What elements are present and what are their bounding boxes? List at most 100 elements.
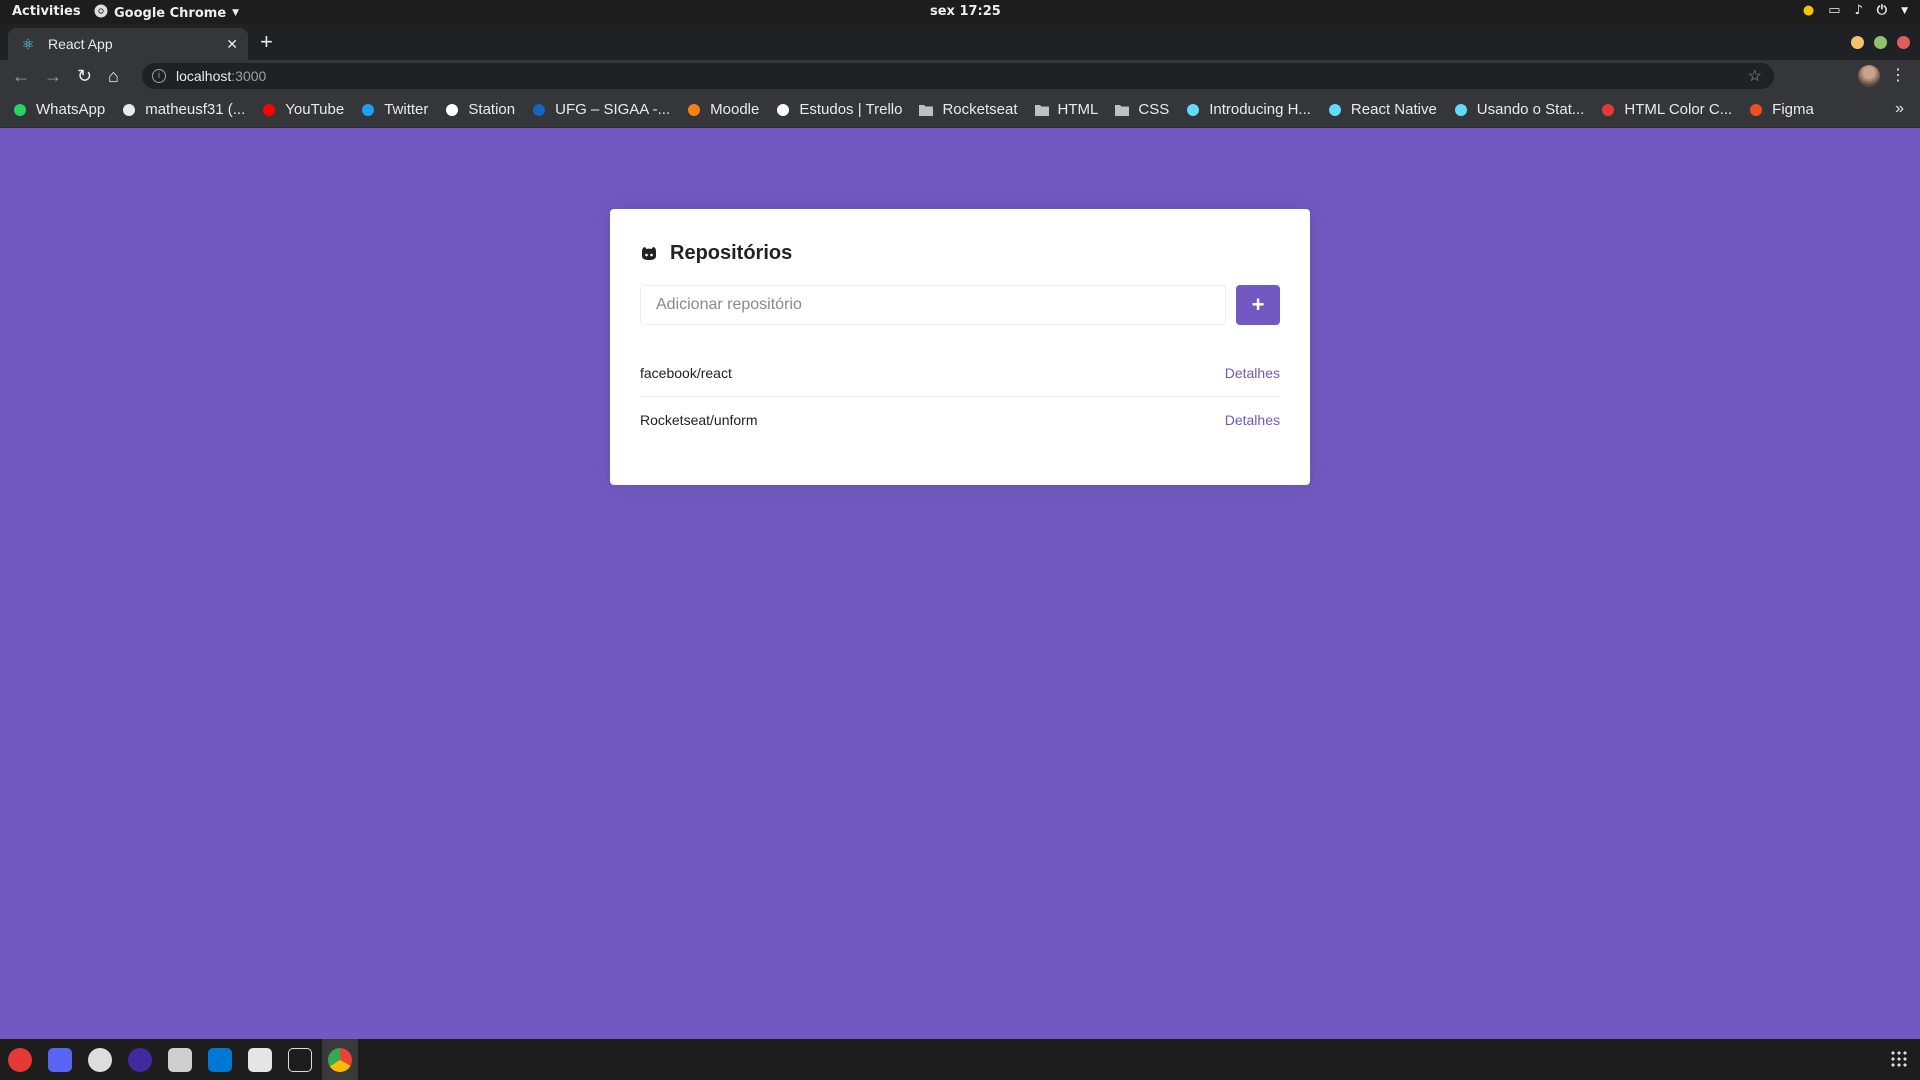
clock[interactable]: sex 17:25 [930,4,1001,19]
url-text: localhost:3000 [176,68,267,84]
chrome-icon [94,4,108,22]
repositories-card: Repositórios + facebook/react Detalhes R… [610,209,1310,485]
repo-name: Rocketseat/unform [640,412,758,428]
bookmark-label: UFG – SIGAA -... [555,101,671,118]
bookmark-label: Twitter [384,101,429,118]
forward-arrow-icon[interactable]: → [44,64,62,88]
close-icon[interactable]: ✕ [226,36,238,53]
bookmark-item[interactable]: React Native [1327,101,1437,118]
htmlcolor-icon [1600,102,1616,118]
react-icon [1327,102,1343,118]
bookmark-item[interactable]: Introducing H... [1185,101,1311,118]
react-icon [1185,102,1201,118]
bookmark-item[interactable]: Station [444,101,515,118]
system-top-bar: Activities Google Chrome ▼ sex 17:25 ● ▭… [0,0,1920,24]
store-icon[interactable] [168,1048,192,1072]
gitkraken-icon[interactable] [88,1048,112,1072]
bookmark-label: matheusf31 (... [145,101,246,118]
bookmark-item[interactable]: CSS [1114,101,1169,118]
trello-icon [775,102,791,118]
system-tray[interactable]: ● ▭ ♪ ⏻ ▼ [1803,3,1908,18]
chevron-down-icon[interactable]: ▼ [1901,6,1908,16]
minimize-button[interactable] [1851,36,1864,49]
power-icon[interactable]: ⏻ [1877,3,1887,18]
bookmark-item[interactable]: matheusf31 (... [121,101,245,118]
bookmark-item[interactable]: WhatsApp [12,101,105,118]
react-icon: ⚛ [21,36,35,52]
bookmark-item[interactable]: HTML Color C... [1600,101,1732,118]
add-repo-form: + [640,285,1280,325]
github-icon [642,247,656,260]
show-applications-icon[interactable] [1890,1050,1908,1068]
vscode-icon[interactable] [208,1048,232,1072]
bookmark-label: Moodle [710,101,760,118]
chevron-down-icon: ▼ [232,8,240,18]
bookmark-label: React Native [1350,101,1437,118]
browser-toolbar: ← → ↻ ⌂ i localhost:3000 ☆ ⋮ [0,60,1920,92]
github-icon [121,102,137,118]
tab-title: React App [48,36,113,52]
dock [0,1039,1920,1080]
discord-icon[interactable] [48,1048,72,1072]
folder-icon [1114,102,1130,118]
repo-list: facebook/react Detalhes Rocketseat/unfor… [640,349,1280,443]
new-tab-button[interactable]: + [260,30,273,54]
screen-icon[interactable]: ▭ [1828,3,1840,18]
bookmark-label: Station [468,101,516,118]
youtube-icon [261,102,277,118]
bookmark-item[interactable]: UFG – SIGAA -... [531,101,670,118]
emoji-indicator-icon[interactable]: ● [1803,3,1814,18]
bookmarks-overflow-icon[interactable]: » [1895,100,1904,118]
volume-icon[interactable]: ♪ [1854,3,1862,18]
figma-icon [1748,102,1764,118]
terminal-icon[interactable] [288,1048,312,1072]
bookmark-item[interactable]: Moodle [686,101,759,118]
bookmark-label: Usando o Stat... [1476,101,1585,118]
details-link[interactable]: Detalhes [1225,412,1280,428]
maximize-button[interactable] [1874,36,1887,49]
whatsapp-icon [12,102,28,118]
page-title: Repositórios [640,241,1280,265]
twitter-icon [360,102,376,118]
app-menu-label: Google Chrome [114,5,227,21]
reload-icon[interactable]: ↻ [77,64,92,88]
bookmark-label: WhatsApp [36,101,106,118]
repo-input[interactable] [640,285,1226,325]
activities-button[interactable]: Activities [12,4,81,19]
software-center-icon[interactable] [8,1048,32,1072]
back-arrow-icon[interactable]: ← [12,64,30,88]
bookmark-label: YouTube [285,101,345,118]
bookmark-item[interactable]: Figma [1748,101,1814,118]
bookmark-item[interactable]: YouTube [261,101,344,118]
details-link[interactable]: Detalhes [1225,365,1280,381]
bookmark-item[interactable]: Twitter [360,101,428,118]
bookmark-star-icon[interactable]: ☆ [1748,66,1762,86]
page-title-text: Repositórios [670,241,793,264]
address-bar[interactable]: i localhost:3000 ☆ [142,63,1774,89]
app-menu[interactable]: Google Chrome ▼ [94,4,239,22]
window-controls [1851,36,1910,49]
menu-kebab-icon[interactable]: ⋮ [1890,65,1906,85]
info-icon[interactable]: i [152,69,166,83]
bookmark-item[interactable]: HTML [1034,101,1099,118]
bookmark-label: HTML [1057,101,1099,118]
files-icon[interactable] [248,1048,272,1072]
bookmark-item[interactable]: Estudos | Trello [775,101,902,118]
chrome-icon[interactable] [328,1048,352,1072]
tab-strip: ⚛ React App ✕ + [0,24,1920,60]
bookmark-item[interactable]: Rocketseat [918,101,1018,118]
bookmark-label: Estudos | Trello [799,101,903,118]
bookmarks-bar: WhatsApp matheusf31 (... YouTube Twitter Sta… [0,92,1920,128]
station-icon [444,102,460,118]
tab-react-app[interactable]: ⚛ React App ✕ [8,28,248,60]
home-icon[interactable]: ⌂ [108,64,119,88]
bookmark-label: CSS [1138,101,1170,118]
bookmark-item[interactable]: Usando o Stat... [1453,101,1585,118]
moodle-icon [686,102,702,118]
repo-name: facebook/react [640,364,732,381]
close-window-button[interactable] [1897,36,1910,49]
eclipse-icon[interactable] [128,1048,152,1072]
bookmark-label: Figma [1772,101,1814,118]
profile-avatar[interactable] [1858,65,1880,87]
add-repo-button[interactable]: + [1236,285,1280,325]
